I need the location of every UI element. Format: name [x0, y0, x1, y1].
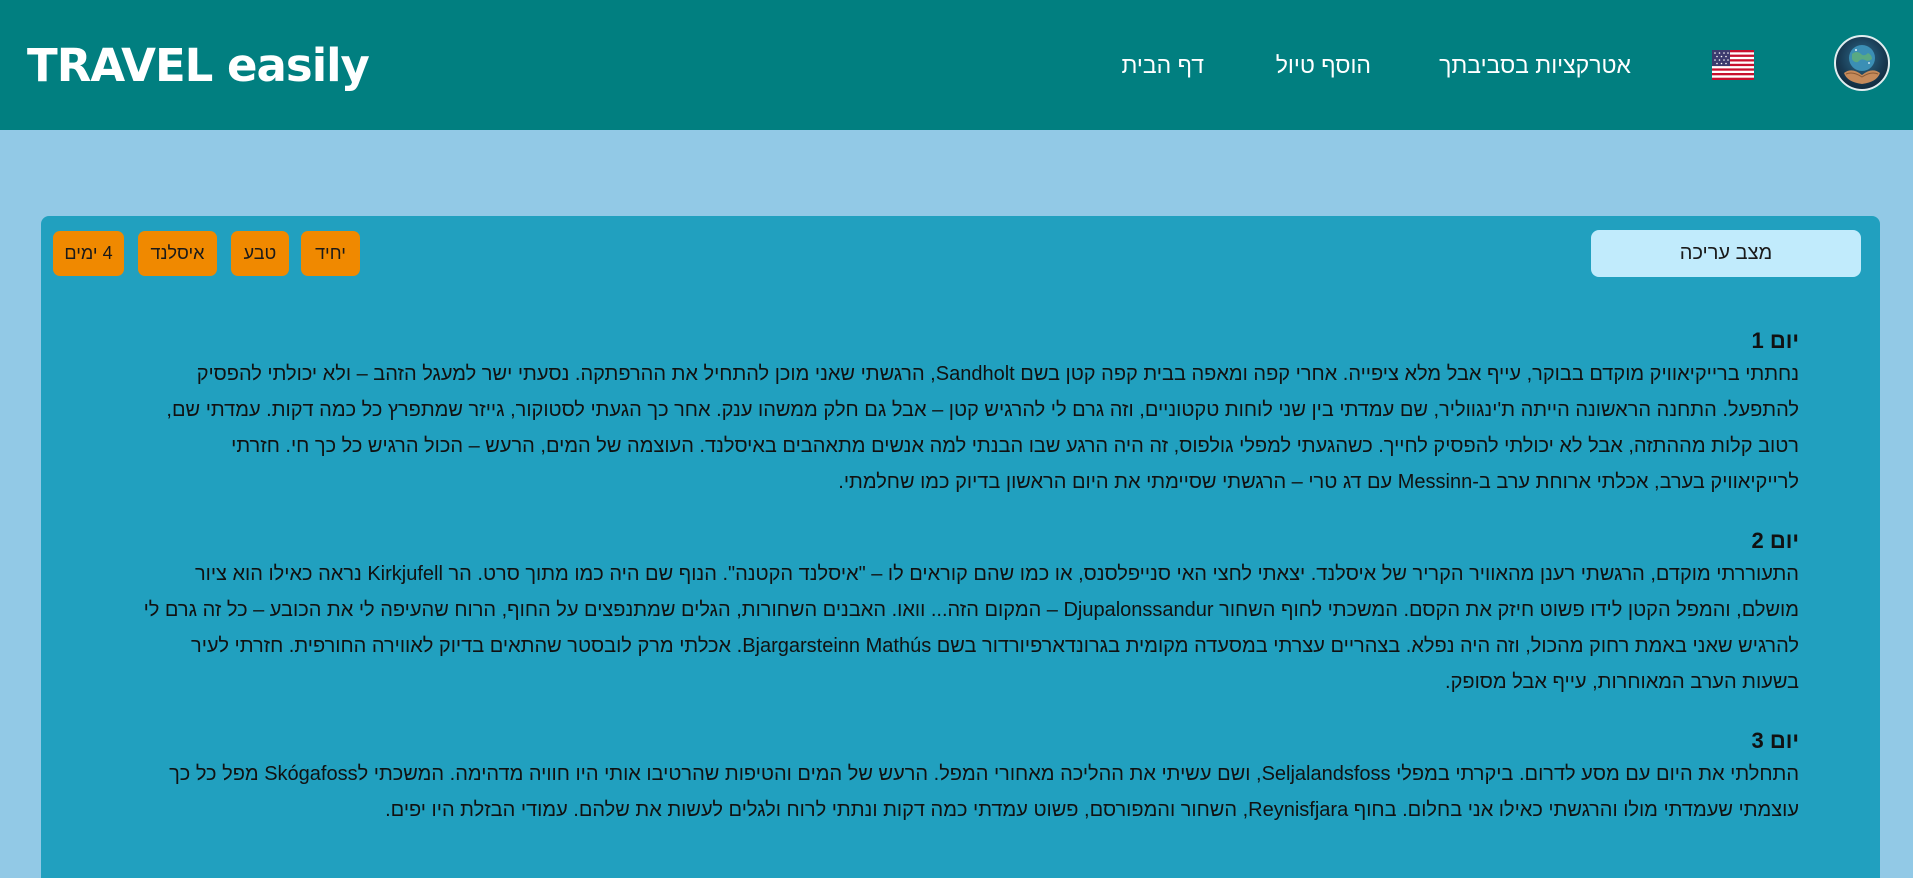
day-title: יום 1	[1751, 328, 1799, 353]
day-description: נחתתי ברייקיאוויק מוקדם בבוקר, עייף אבל …	[166, 363, 1799, 493]
day-entry: יום 1 נחתתי ברייקיאוויק מוקדם בבוקר, עיי…	[139, 326, 1799, 500]
day-entry: יום 3 התחלתי את היום עם מסע לדרום. ביקרת…	[139, 726, 1799, 828]
day-description: התעוררתי מוקדם, הרגשתי רענן מהאוויר הקרי…	[143, 563, 1799, 693]
day-title: יום 3	[1751, 728, 1799, 753]
nav-add-trip-link[interactable]: הוסף טיול	[1276, 50, 1371, 80]
tag-solo[interactable]: יחיד	[301, 231, 360, 276]
top-navbar: TRAVEL easily דף הבית הוסף טיול אטרקציות…	[0, 0, 1913, 130]
day-entry: יום 2 התעוררתי מוקדם, הרגשתי רענן מהאווי…	[139, 526, 1799, 700]
day-description: התחלתי את היום עם מסע לדרום. ביקרתי במפל…	[169, 763, 1799, 821]
itinerary-days: יום 1 נחתתי ברייקיאוויק מוקדם בבוקר, עיי…	[139, 326, 1799, 854]
brand-logo[interactable]: TRAVEL easily	[27, 38, 370, 94]
tag-nature[interactable]: טבע	[231, 231, 289, 276]
trip-card: מצב עריכה 4 ימים איסלנד טבע יחיד יום 1 נ…	[41, 216, 1880, 878]
nav-attractions-link[interactable]: אטרקציות בסביבתך	[1439, 50, 1631, 80]
tag-country[interactable]: איסלנד	[138, 231, 217, 276]
nav-home-link[interactable]: דף הבית	[1121, 50, 1204, 80]
user-avatar[interactable]	[1834, 35, 1890, 91]
day-title: יום 2	[1751, 528, 1799, 553]
edit-mode-button[interactable]: מצב עריכה	[1591, 230, 1861, 277]
globe-in-hands-icon	[1844, 45, 1880, 84]
us-flag-icon[interactable]	[1712, 50, 1754, 80]
tag-duration[interactable]: 4 ימים	[53, 231, 124, 276]
